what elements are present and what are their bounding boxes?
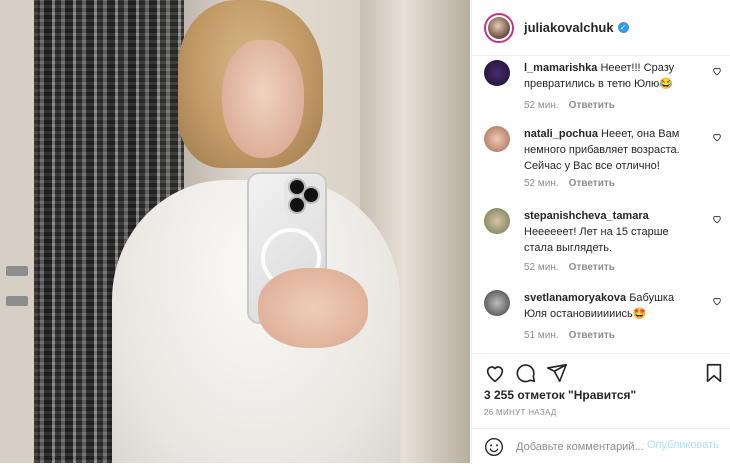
comments-list[interactable]: l_mamarishka Нееет!!! Сразу превратились… <box>472 56 730 352</box>
instagram-post: juliakovalchuk ✓ l_mamarishka Нееет!!! С… <box>0 0 730 463</box>
emoji-smile-icon[interactable] <box>484 437 504 457</box>
like-heart-icon[interactable] <box>484 362 506 384</box>
like-comment-heart-icon[interactable] <box>712 66 722 76</box>
add-comment-bar: Опубликовать <box>472 428 730 464</box>
door-frame <box>0 0 34 463</box>
reply-button[interactable]: Ответить <box>569 100 615 111</box>
share-send-icon[interactable] <box>546 362 568 384</box>
post-timestamp[interactable]: 26 МИНУТ НАЗАД <box>484 408 557 417</box>
hand <box>258 268 368 348</box>
reply-button[interactable]: Ответить <box>569 178 615 189</box>
comment-meta: 52 мин. Ответить <box>524 178 615 189</box>
like-comment-heart-icon[interactable] <box>712 296 722 306</box>
publish-button[interactable]: Опубликовать <box>647 439 719 451</box>
commenter-avatar[interactable] <box>484 290 510 316</box>
comment-input[interactable] <box>514 436 646 458</box>
reply-button[interactable]: Ответить <box>569 330 615 341</box>
bookmark-save-icon[interactable] <box>703 362 725 384</box>
likes-count[interactable]: 3 255 отметок "Нравится" <box>484 388 636 402</box>
commenter-avatar[interactable] <box>484 126 510 152</box>
verified-badge-icon: ✓ <box>617 22 629 33</box>
comment-text: svetlanamoryakova Бабушка Юля остановиии… <box>524 292 675 320</box>
comment-text: natali_pochua Нееет, она Вам немного при… <box>524 128 680 172</box>
face <box>222 40 304 158</box>
comment-author[interactable]: stepanishcheva_tamara <box>524 210 649 222</box>
comment-meta: 52 мин. Ответить <box>524 262 615 273</box>
post-header: juliakovalchuk ✓ <box>472 0 730 56</box>
like-comment-heart-icon[interactable] <box>712 132 722 142</box>
like-comment-heart-icon[interactable] <box>712 214 722 224</box>
comment-author[interactable]: natali_pochua <box>524 128 598 140</box>
author-avatar[interactable] <box>484 12 514 43</box>
door-handle <box>6 266 28 276</box>
post-side-panel: juliakovalchuk ✓ l_mamarishka Нееет!!! С… <box>471 0 730 463</box>
commenter-avatar[interactable] <box>484 208 510 234</box>
comment-meta: 51 мин. Ответить <box>524 330 615 341</box>
comment-text: stepanishcheva_tamara Неееееет! Лет на 1… <box>524 210 669 254</box>
comment-meta: 52 мин. Ответить <box>524 100 615 111</box>
door-lock <box>6 296 28 306</box>
comment-text: l_mamarishka Нееет!!! Сразу превратились… <box>524 62 675 90</box>
comment-author[interactable]: l_mamarishka <box>524 62 597 74</box>
commenter-avatar[interactable] <box>484 60 510 86</box>
comment-author[interactable]: svetlanamoryakova <box>524 292 626 304</box>
camera-module <box>284 176 324 218</box>
comment-bubble-icon[interactable] <box>515 362 537 384</box>
post-photo[interactable] <box>0 0 470 463</box>
reply-button[interactable]: Ответить <box>569 262 615 273</box>
author-username[interactable]: juliakovalchuk <box>524 20 614 35</box>
